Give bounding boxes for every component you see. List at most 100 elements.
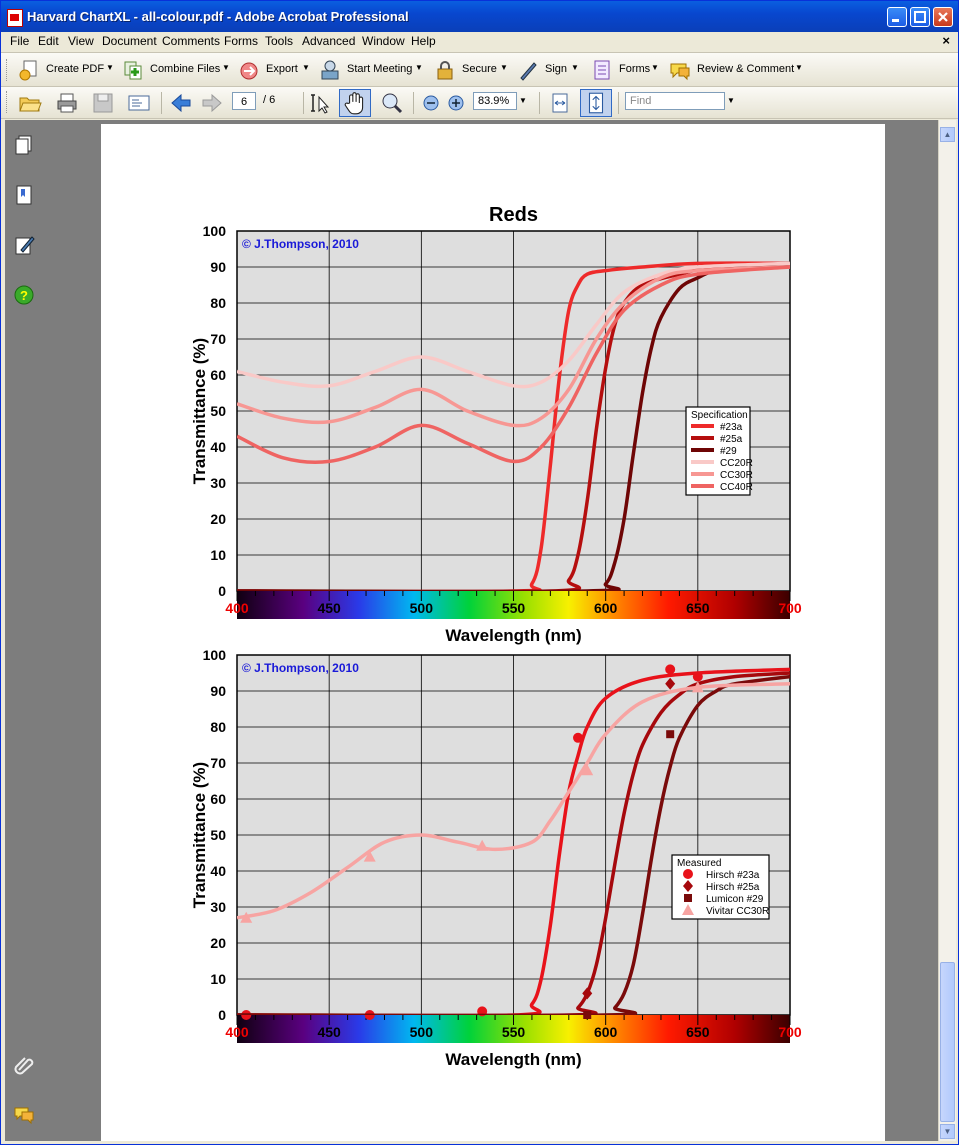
menu-view[interactable]: View (68, 34, 94, 48)
separator (539, 92, 540, 114)
next-page-icon[interactable] (200, 91, 224, 115)
fit-page-button[interactable] (580, 89, 612, 117)
x-tick-label: 400 (225, 1024, 249, 1040)
menu-advanced[interactable]: Advanced (302, 34, 355, 48)
maximize-button[interactable] (910, 7, 930, 27)
data-point-square (583, 1011, 592, 1019)
legend-entry: #29 (720, 446, 737, 457)
document-close-icon[interactable]: × (942, 33, 950, 48)
menu-file[interactable]: File (10, 34, 29, 48)
menu-document[interactable]: Document (102, 34, 157, 48)
fit-width-icon[interactable] (548, 91, 572, 115)
x-tick-label: 550 (502, 1024, 526, 1040)
open-folder-icon[interactable] (18, 91, 42, 115)
help-icon[interactable]: ? (13, 284, 35, 306)
combine-files-button[interactable]: Combine Files ▼ (122, 59, 230, 81)
y-axis-label: Transmittance (%) (190, 762, 209, 908)
legend-entry: CC30R (720, 470, 753, 481)
window-title: Harvard ChartXL - all-colour.pdf - Adobe… (27, 9, 409, 24)
attachments-icon[interactable] (13, 1054, 35, 1076)
data-point-circle (573, 732, 584, 743)
menu-edit[interactable]: Edit (38, 34, 59, 48)
y-tick-label: 20 (210, 511, 226, 527)
signatures-icon[interactable] (13, 234, 35, 256)
export-button[interactable]: Export ▼ (238, 59, 310, 81)
y-tick-label: 0 (218, 583, 226, 599)
menu-comments[interactable]: Comments (162, 34, 220, 48)
scroll-up-icon[interactable]: ▲ (940, 127, 955, 142)
legend-entry: Vivitar CC30R (706, 906, 769, 917)
forms-icon (594, 60, 610, 80)
page-total: / 6 (263, 94, 276, 106)
minimize-button[interactable] (887, 7, 907, 27)
comment-icon (670, 63, 690, 81)
start-meeting-button[interactable]: Start Meeting ▼ (319, 59, 423, 81)
minimize-icon (892, 19, 899, 22)
menu-window[interactable]: Window (362, 34, 405, 48)
x-tick-label: 700 (778, 600, 802, 616)
pdf-page: Reds 0 10 20 30 40 50 60 70 80 90 100 400 450 500 550 60… (101, 124, 885, 1141)
chevron-down-icon: ▼ (500, 63, 508, 72)
email-icon[interactable] (127, 91, 151, 115)
zoom-level-input[interactable]: 83.9% (473, 92, 517, 110)
chevron-down-icon: ▼ (415, 63, 423, 72)
find-input[interactable]: Find (625, 92, 725, 110)
legend-entry: #23a (720, 422, 743, 433)
scroll-thumb[interactable] (940, 962, 955, 1122)
pages-icon[interactable] (13, 134, 35, 156)
create-pdf-icon (19, 60, 37, 81)
separator (161, 92, 162, 114)
copyright-note: © J.Thompson, 2010 (242, 661, 359, 675)
hand-tool-button[interactable] (339, 89, 371, 117)
legend-entry: Hirsch #23a (706, 870, 760, 881)
bookmarks-icon[interactable] (13, 184, 35, 206)
review-comment-button[interactable]: Review & Comment ▼ (669, 59, 805, 81)
x-axis-label: Wavelength (nm) (445, 1050, 581, 1069)
secure-button[interactable]: Secure ▼ (434, 59, 508, 81)
y-tick-label: 50 (210, 403, 226, 419)
chevron-down-icon: ▼ (222, 63, 230, 72)
y-axis-label: Transmittance (%) (190, 338, 209, 484)
navigation-pane (5, 120, 49, 1141)
y-tick-label: 60 (210, 791, 226, 807)
copyright-note: © J.Thompson, 2010 (242, 237, 359, 251)
find-dropdown-icon[interactable]: ▼ (727, 96, 735, 105)
close-icon (938, 12, 948, 22)
zoom-tool-icon[interactable] (380, 91, 404, 115)
x-tick-label: 500 (410, 600, 434, 616)
x-tick-label: 600 (594, 600, 618, 616)
x-tick-label: 500 (410, 1024, 434, 1040)
scroll-down-icon[interactable]: ▼ (940, 1124, 955, 1139)
save-icon[interactable] (91, 91, 115, 115)
legend-entry: CC20R (720, 458, 753, 469)
menu-tools[interactable]: Tools (265, 34, 293, 48)
y-tick-label: 100 (203, 223, 227, 239)
y-tick-label: 60 (210, 367, 226, 383)
legend-title: Specification (691, 410, 748, 421)
comments-icon[interactable] (13, 1104, 35, 1126)
create-pdf-button[interactable]: Create PDF ▼ (18, 59, 114, 81)
print-icon[interactable] (55, 91, 79, 115)
zoom-in-icon[interactable] (444, 91, 468, 115)
y-tick-label: 90 (210, 259, 226, 275)
close-button[interactable] (933, 7, 953, 27)
toolbar-grip[interactable] (6, 59, 10, 81)
y-tick-label: 30 (210, 475, 226, 491)
menu-forms[interactable]: Forms (224, 34, 258, 48)
legend-entry: #25a (720, 434, 743, 445)
toolbar-grip[interactable] (6, 91, 10, 113)
sign-button[interactable]: Sign ▼ (517, 59, 581, 81)
chevron-down-icon: ▼ (106, 63, 114, 72)
previous-page-icon[interactable] (169, 91, 193, 115)
separator (303, 92, 304, 114)
zoom-dropdown-icon[interactable]: ▼ (519, 96, 527, 105)
acrobat-window: Harvard ChartXL - all-colour.pdf - Adobe… (0, 0, 959, 1145)
menu-help[interactable]: Help (411, 34, 436, 48)
page-number-input[interactable]: 6 (232, 92, 256, 110)
select-text-icon[interactable] (307, 91, 331, 115)
x-tick-label: 650 (686, 600, 710, 616)
vertical-scrollbar[interactable]: ▲ ▼ (938, 120, 956, 1141)
fit-page-icon (588, 92, 604, 114)
zoom-out-icon[interactable] (419, 91, 443, 115)
forms-button[interactable]: Forms ▼ (591, 59, 661, 81)
